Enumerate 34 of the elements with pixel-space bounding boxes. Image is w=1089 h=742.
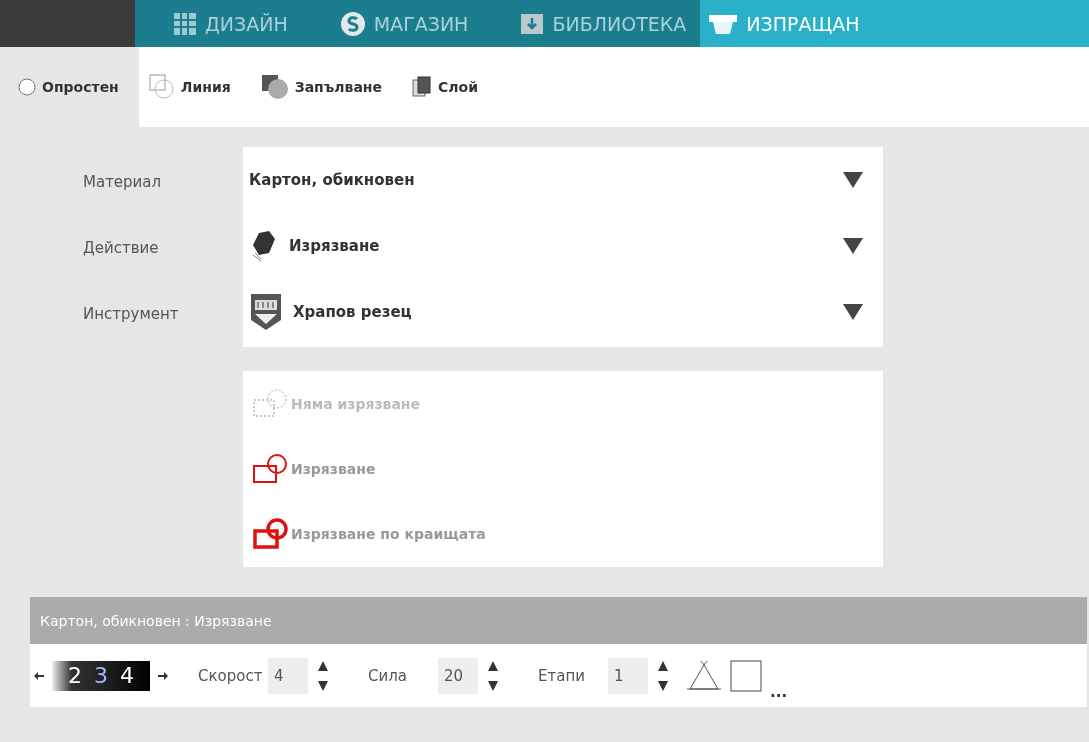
arrow-right-icon[interactable] [158, 671, 168, 680]
mode-tab[interactable]: Опростен [0, 47, 139, 127]
field-label: Сила [368, 666, 408, 685]
caret-icon [843, 238, 863, 254]
setting-label: Действие [82, 238, 160, 259]
arrow-left-icon[interactable] [34, 671, 44, 680]
field-label: Скорост [198, 666, 260, 685]
edge-cut-shapes-icon [253, 518, 289, 551]
dial-digit: 4 [120, 663, 134, 688]
spin-arrows-icon [658, 660, 668, 691]
spin-arrows-icon [318, 660, 328, 691]
shapes-outline-icon [148, 74, 175, 100]
grid-icon [173, 11, 197, 36]
cut-shapes-icon [253, 453, 289, 485]
spin-arrows-icon [488, 660, 498, 691]
blade-dial[interactable]: 2 3 4 [52, 660, 150, 691]
dial-digit: 3 [94, 663, 108, 688]
summary-header: Картон, обикновен : Изрязване [30, 597, 1087, 644]
filled-shapes-icon [260, 74, 289, 100]
caret-icon [843, 304, 863, 320]
dotted-shapes-icon [253, 387, 289, 420]
setting-label: Инструмент [82, 304, 180, 325]
field-label: Етапи [538, 666, 586, 685]
setting-label: Материал [82, 172, 163, 193]
layers-icon [412, 76, 433, 98]
dial-digit: 2 [68, 663, 82, 688]
radio-icon [18, 78, 36, 96]
download-folder-icon [520, 11, 545, 36]
more-button[interactable]: ... [770, 683, 788, 701]
triangle-icon[interactable] [686, 658, 722, 693]
ratchet-blade-icon [249, 292, 283, 332]
s-logo-icon [339, 10, 366, 37]
caret-icon [843, 172, 863, 188]
square-icon[interactable] [730, 659, 762, 692]
